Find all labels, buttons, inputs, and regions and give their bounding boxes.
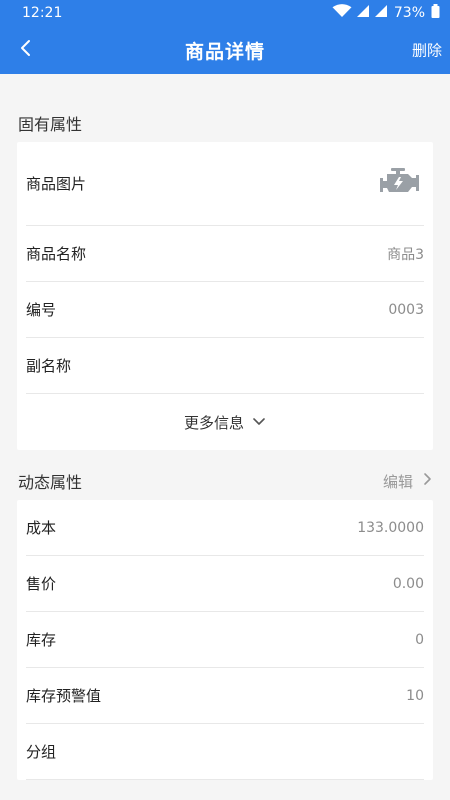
- status-right: 73%: [332, 4, 440, 22]
- row-value: 0003: [388, 301, 424, 318]
- chevron-right-icon: [423, 472, 432, 490]
- more-info-button[interactable]: 更多信息: [26, 394, 424, 450]
- row-value: 0: [415, 631, 424, 648]
- row-value: 10: [406, 687, 424, 704]
- cost-row[interactable]: 成本 133.0000: [26, 500, 424, 556]
- row-label: 商品名称: [26, 245, 87, 263]
- battery-percent: 73%: [393, 5, 425, 21]
- status-bar: 12:21 73%: [0, 0, 450, 26]
- signal-icon-2: [374, 4, 388, 22]
- product-name-row[interactable]: 商品名称 商品3: [26, 226, 424, 282]
- stock-warning-row[interactable]: 库存预警值 10: [26, 668, 424, 724]
- delete-button[interactable]: 删除: [412, 40, 442, 61]
- row-label: 副名称: [26, 357, 72, 375]
- edit-button[interactable]: 编辑: [383, 471, 432, 492]
- engine-icon[interactable]: [378, 166, 424, 202]
- chevron-down-icon: [252, 413, 266, 431]
- product-image-row[interactable]: 商品图片: [26, 142, 424, 226]
- top-bar: 12:21 73% 商品详情 删除: [0, 0, 450, 74]
- fixed-properties-card: 商品图片 商品名称 商品3 编号 0003 副名称 更多信息: [17, 142, 433, 450]
- signal-icon: [356, 4, 370, 22]
- status-icons: [332, 4, 388, 22]
- price-row[interactable]: 售价 0.00: [26, 556, 424, 612]
- row-label: 库存: [26, 631, 57, 649]
- row-label: 库存预警值: [26, 687, 102, 705]
- back-button[interactable]: [10, 34, 42, 66]
- content: 固有属性 商品图片 商品名称 商品3 编号 0003 副名称 更多信息 动态属性…: [0, 74, 450, 800]
- stock-row[interactable]: 库存 0: [26, 612, 424, 668]
- chevron-left-icon: [19, 39, 33, 61]
- dynamic-properties-header: 动态属性 编辑: [0, 462, 450, 500]
- product-image-label: 商品图片: [26, 175, 87, 193]
- dynamic-properties-card: 成本 133.0000 售价 0.00 库存 0 库存预警值 10 分组: [17, 500, 433, 780]
- dynamic-properties-title: 动态属性: [18, 473, 83, 492]
- sub-name-row[interactable]: 副名称: [26, 338, 424, 394]
- app-bar: 商品详情 删除: [0, 26, 450, 74]
- edit-label: 编辑: [382, 472, 413, 491]
- code-row[interactable]: 编号 0003: [26, 282, 424, 338]
- wifi-icon: [332, 4, 352, 22]
- status-time: 12:21: [22, 5, 63, 21]
- row-label: 成本: [26, 519, 57, 537]
- row-label: 售价: [26, 575, 57, 593]
- battery-icon: [431, 4, 440, 22]
- row-label: 分组: [26, 743, 57, 761]
- fixed-properties-header: 固有属性: [0, 104, 450, 142]
- more-info-label: 更多信息: [183, 413, 244, 432]
- page-title: 商品详情: [184, 40, 265, 63]
- row-value: 0.00: [392, 575, 424, 592]
- group-row[interactable]: 分组: [26, 724, 424, 780]
- row-value: 商品3: [387, 246, 424, 263]
- row-label: 编号: [26, 301, 57, 319]
- fixed-properties-title: 固有属性: [18, 115, 83, 134]
- row-value: 133.0000: [357, 519, 424, 536]
